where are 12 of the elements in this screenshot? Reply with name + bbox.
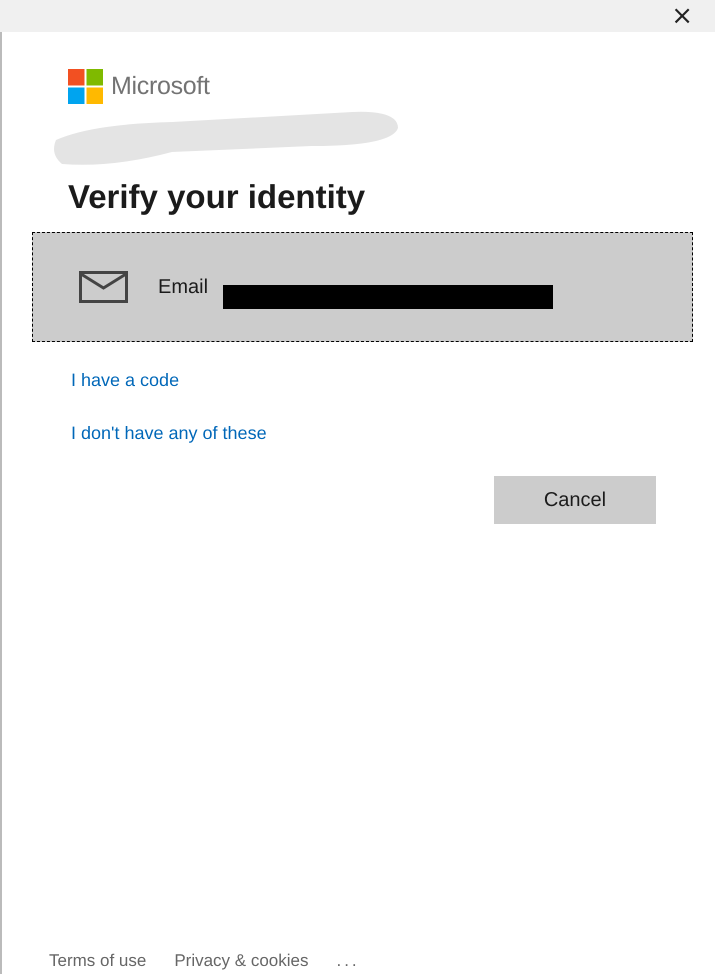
option-link[interactable]: I have a code [71,370,180,391]
close-button[interactable]: × [669,3,695,29]
brand-name: Microsoft [111,72,210,101]
footer-link[interactable]: Terms of use [49,951,146,971]
more-button[interactable]: ... [336,951,360,971]
envelope-icon [79,271,128,303]
footer-link[interactable]: Privacy & cookies [174,951,308,971]
logo-icon [68,69,103,104]
cancel-button[interactable]: Cancel [494,476,656,524]
page-heading: Verify your identity [68,178,366,216]
option-link[interactable]: I don't have any of these [71,423,267,444]
email-option[interactable]: Email [32,232,693,342]
